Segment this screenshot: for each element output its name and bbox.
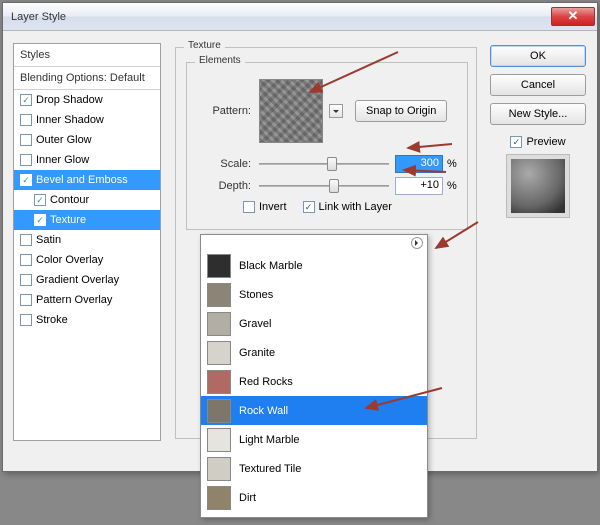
ok-button[interactable]: OK <box>490 45 586 67</box>
pattern-option-gravel[interactable]: Gravel <box>201 309 427 338</box>
link-with-layer-label: Link with Layer <box>319 201 392 213</box>
pattern-label: Pattern: <box>195 105 251 117</box>
invert-label: Invert <box>259 201 287 213</box>
pattern-swatch[interactable] <box>259 79 323 143</box>
sidebar-item-label: Drop Shadow <box>36 94 103 106</box>
pattern-option-stones[interactable]: Stones <box>201 280 427 309</box>
pattern-dropdown-button[interactable] <box>329 104 343 118</box>
pattern-option-swatch <box>207 254 231 278</box>
window-title: Layer Style <box>11 11 551 23</box>
pattern-option-light-marble[interactable]: Light Marble <box>201 425 427 454</box>
snap-to-origin-button[interactable]: Snap to Origin <box>355 100 447 122</box>
sidebar-checkbox[interactable]: ✓ <box>20 94 32 106</box>
pattern-option-red-rocks[interactable]: Red Rocks <box>201 367 427 396</box>
styles-sidebar: Styles Blending Options: Default ✓ Drop S… <box>13 43 161 441</box>
scale-unit: % <box>447 158 457 170</box>
sidebar-checkbox[interactable] <box>20 114 32 126</box>
link-with-layer-checkbox[interactable]: ✓ <box>303 201 315 213</box>
sidebar-item-label: Outer Glow <box>36 134 92 146</box>
pattern-option-textured-tile[interactable]: Textured Tile <box>201 454 427 483</box>
sidebar-item-label: Pattern Overlay <box>36 294 112 306</box>
close-button[interactable]: ✕ <box>551 7 595 26</box>
pattern-option-label: Rock Wall <box>239 405 288 417</box>
sidebar-item-gradient-overlay[interactable]: Gradient Overlay <box>14 270 160 290</box>
new-style-button[interactable]: New Style... <box>490 103 586 125</box>
sidebar-checkbox[interactable]: ✓ <box>20 174 32 186</box>
texture-group-label: Texture <box>184 40 225 51</box>
pattern-option-label: Granite <box>239 347 275 359</box>
scale-slider[interactable] <box>259 156 389 172</box>
elements-group: Elements Pattern: Snap to Origin Scale: … <box>186 62 468 230</box>
sidebar-checkbox[interactable] <box>20 154 32 166</box>
pattern-option-swatch <box>207 457 231 481</box>
pattern-option-label: Gravel <box>239 318 271 330</box>
sidebar-header-styles[interactable]: Styles <box>14 44 160 67</box>
right-column: OK Cancel New Style... ✓ Preview <box>490 45 586 218</box>
sidebar-item-label: Inner Shadow <box>36 114 104 126</box>
sidebar-item-label: Gradient Overlay <box>36 274 119 286</box>
pattern-option-dirt[interactable]: Dirt <box>201 483 427 512</box>
depth-slider[interactable] <box>259 178 389 194</box>
sidebar-checkbox[interactable] <box>20 294 32 306</box>
sidebar-item-bevel-and-emboss[interactable]: ✓ Bevel and Emboss <box>14 170 160 190</box>
pattern-option-swatch <box>207 341 231 365</box>
pattern-option-rock-wall[interactable]: Rock Wall <box>201 396 427 425</box>
sidebar-item-stroke[interactable]: Stroke <box>14 310 160 330</box>
sidebar-item-contour[interactable]: ✓ Contour <box>14 190 160 210</box>
depth-label: Depth: <box>195 180 251 192</box>
invert-checkbox[interactable] <box>243 201 255 213</box>
pattern-option-label: Light Marble <box>239 434 300 446</box>
sidebar-item-satin[interactable]: Satin <box>14 230 160 250</box>
pattern-option-label: Red Rocks <box>239 376 293 388</box>
sidebar-checkbox[interactable] <box>20 274 32 286</box>
pattern-option-swatch <box>207 283 231 307</box>
dropdown-menu-arrow-icon[interactable] <box>411 237 423 249</box>
depth-unit: % <box>447 180 457 192</box>
sidebar-item-label: Texture <box>50 214 86 226</box>
pattern-option-label: Black Marble <box>239 260 303 272</box>
sidebar-item-pattern-overlay[interactable]: Pattern Overlay <box>14 290 160 310</box>
pattern-option-swatch <box>207 428 231 452</box>
pattern-option-swatch <box>207 486 231 510</box>
pattern-option-label: Dirt <box>239 492 256 504</box>
pattern-option-black-marble[interactable]: Black Marble <box>201 251 427 280</box>
scale-input[interactable]: 300 <box>395 155 443 173</box>
pattern-option-granite[interactable]: Granite <box>201 338 427 367</box>
sidebar-item-texture[interactable]: ✓ Texture <box>14 210 160 230</box>
elements-group-label: Elements <box>195 55 245 66</box>
sidebar-item-color-overlay[interactable]: Color Overlay <box>14 250 160 270</box>
sidebar-item-label: Contour <box>50 194 89 206</box>
sidebar-checkbox[interactable] <box>20 134 32 146</box>
sidebar-item-inner-shadow[interactable]: Inner Shadow <box>14 110 160 130</box>
pattern-dropdown-list[interactable]: Black Marble Stones Gravel Granite Red Rocks… <box>200 234 428 518</box>
depth-input[interactable]: +10 <box>395 177 443 195</box>
preview-checkbox[interactable]: ✓ <box>510 136 522 148</box>
sidebar-item-label: Stroke <box>36 314 68 326</box>
sidebar-item-label: Inner Glow <box>36 154 89 166</box>
sidebar-item-outer-glow[interactable]: Outer Glow <box>14 130 160 150</box>
cancel-button[interactable]: Cancel <box>490 74 586 96</box>
sidebar-item-label: Satin <box>36 234 61 246</box>
pattern-option-swatch <box>207 312 231 336</box>
sidebar-item-label: Color Overlay <box>36 254 103 266</box>
scale-label: Scale: <box>195 158 251 170</box>
pattern-option-swatch <box>207 370 231 394</box>
sidebar-checkbox[interactable] <box>20 254 32 266</box>
sidebar-item-inner-glow[interactable]: Inner Glow <box>14 150 160 170</box>
sidebar-item-label: Bevel and Emboss <box>36 174 128 186</box>
titlebar: Layer Style ✕ <box>3 3 597 31</box>
preview-label: Preview <box>526 136 565 148</box>
pattern-option-label: Textured Tile <box>239 463 301 475</box>
pattern-option-swatch <box>207 399 231 423</box>
sidebar-header-blending[interactable]: Blending Options: Default <box>14 67 160 90</box>
preview-swatch <box>506 154 570 218</box>
sidebar-checkbox[interactable] <box>20 314 32 326</box>
sidebar-checkbox[interactable]: ✓ <box>34 194 46 206</box>
sidebar-checkbox[interactable] <box>20 234 32 246</box>
sidebar-checkbox[interactable]: ✓ <box>34 214 46 226</box>
sidebar-item-drop-shadow[interactable]: ✓ Drop Shadow <box>14 90 160 110</box>
pattern-option-label: Stones <box>239 289 273 301</box>
